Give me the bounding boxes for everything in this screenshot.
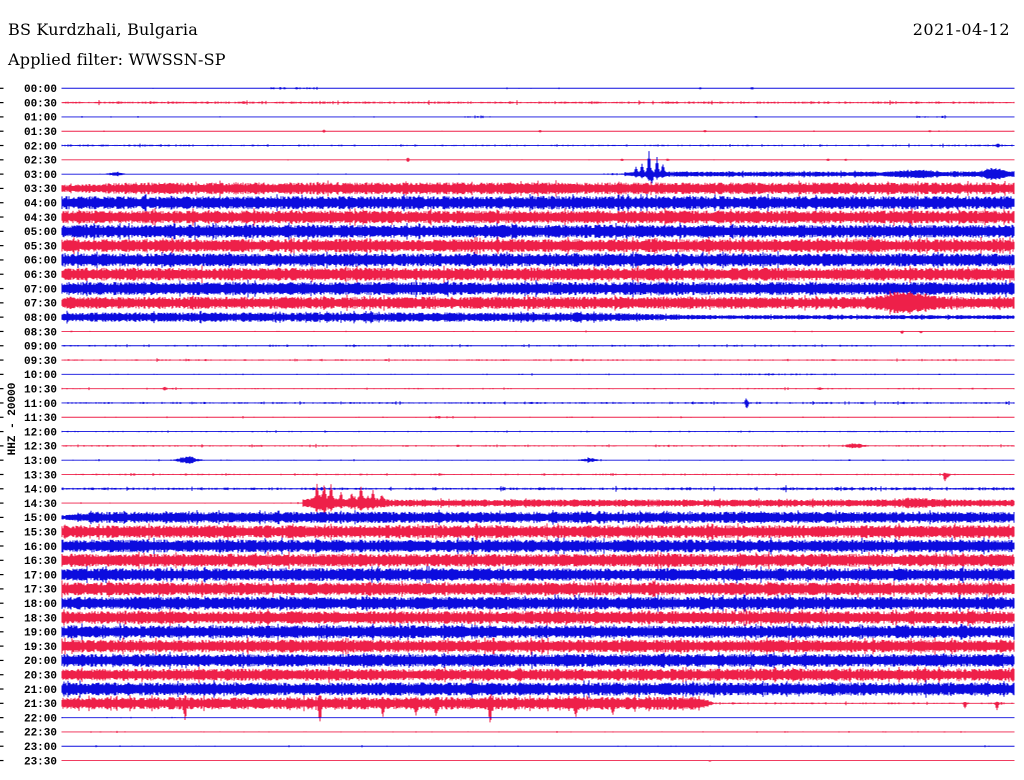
trace-row-0630: [61, 265, 1015, 283]
trace-row-0730: [61, 290, 1015, 315]
trace-row-1300: [61, 456, 1015, 464]
time-label-2200: 22:00: [24, 713, 57, 725]
trace-row-2200: [61, 716, 1015, 719]
time-label-1600: 16:00: [24, 542, 57, 554]
time-label-1700: 17:00: [24, 570, 57, 582]
time-label-1630: 16:30: [24, 556, 57, 568]
trace-row-0700: [61, 279, 1015, 298]
trace-row-1700: [61, 566, 1015, 584]
trace-row-0930: [61, 358, 1015, 362]
time-label-2030: 20:30: [24, 671, 57, 683]
trace-row-1030: [61, 386, 1015, 391]
time-label-0730: 07:30: [24, 299, 57, 311]
time-label-1230: 12:30: [24, 442, 57, 454]
trace-row-0000: [61, 86, 1015, 90]
time-label-1730: 17:30: [24, 585, 57, 597]
trace-row-1600: [61, 537, 1015, 555]
time-label-2100: 21:00: [24, 685, 57, 697]
time-label-0600: 06:00: [24, 256, 57, 268]
trace-row-0100: [61, 115, 1015, 119]
trace-row-0430: [61, 208, 1015, 226]
trace-row-1730: [61, 580, 1015, 598]
trace-row-0900: [61, 344, 1015, 348]
trace-row-1800: [61, 594, 1015, 612]
time-label-0230: 02:30: [24, 156, 57, 168]
trace-row-1900: [61, 623, 1015, 641]
time-label-0430: 04:30: [24, 213, 57, 225]
trace-row-0330: [61, 180, 1015, 197]
trace-row-1230: [61, 443, 1015, 449]
trace-row-1400: [61, 485, 1015, 493]
trace-row-1530: [61, 523, 1015, 541]
trace-row-0530: [61, 236, 1015, 255]
trace-row-1330: [61, 472, 1015, 482]
trace-row-2230: [61, 730, 1015, 733]
time-label-1530: 15:30: [24, 528, 57, 540]
time-label-0830: 08:30: [24, 327, 57, 339]
time-label-0930: 09:30: [24, 356, 57, 368]
time-label-0530: 05:30: [24, 241, 57, 253]
time-label-1400: 14:00: [24, 485, 57, 497]
time-label-0500: 05:00: [24, 227, 57, 239]
time-label-1200: 12:00: [24, 427, 57, 439]
trace-row-0500: [61, 222, 1015, 241]
time-label-1830: 18:30: [24, 613, 57, 625]
time-label-1330: 13:30: [24, 470, 57, 482]
trace-row-1200: [61, 430, 1015, 433]
trace-row-1130: [61, 416, 1015, 419]
time-label-1430: 14:30: [24, 499, 57, 511]
trace-row-0800: [61, 310, 1015, 324]
time-label-0330: 03:30: [24, 184, 57, 196]
time-label-1800: 18:00: [24, 599, 57, 611]
time-label-2230: 22:30: [24, 728, 57, 740]
time-label-2330: 23:30: [24, 756, 57, 768]
time-label-1100: 11:00: [24, 399, 57, 411]
time-label-0400: 04:00: [24, 199, 57, 211]
trace-row-0400: [61, 194, 1015, 212]
trace-row-1500: [61, 509, 1015, 525]
time-label-0800: 08:00: [24, 313, 57, 325]
time-label-2130: 21:30: [24, 699, 57, 711]
time-label-0030: 00:30: [24, 98, 57, 110]
time-label-2300: 23:00: [24, 742, 57, 754]
time-label-0100: 01:00: [24, 113, 57, 125]
trace-row-1930: [61, 637, 1015, 655]
time-label-0700: 07:00: [24, 284, 57, 296]
time-label-0200: 02:00: [24, 141, 57, 153]
trace-row-2130: [61, 694, 1015, 723]
trace-row-0300: [61, 151, 1015, 184]
trace-row-0030: [61, 100, 1015, 106]
helicorder-page: BS Kurdzhali, Bulgaria Applied filter: W…: [0, 0, 1024, 780]
time-label-0630: 06:30: [24, 270, 57, 282]
trace-row-2000: [61, 651, 1015, 670]
time-label-1130: 11:30: [24, 413, 57, 425]
trace-row-1000: [61, 373, 1015, 376]
time-label-0300: 03:00: [24, 170, 57, 182]
seismogram-plot: 00:00 00:30 01:00 01:30 02:00 02:30 03:00 03:30…: [0, 84, 1015, 768]
trace-row-1100: [61, 398, 1015, 409]
trace-row-2300: [61, 745, 1015, 748]
trace-row-0830: [61, 330, 1015, 334]
trace-row-0230: [61, 157, 1015, 162]
time-label-1030: 10:30: [24, 385, 57, 397]
time-label-1930: 19:30: [24, 642, 57, 654]
time-label-0900: 09:00: [24, 342, 57, 354]
time-label-2000: 20:00: [24, 656, 57, 668]
time-label-0000: 00:00: [24, 84, 57, 96]
time-label-1000: 10:00: [24, 370, 57, 382]
trace-row-1830: [61, 608, 1015, 627]
time-label-1300: 13:00: [24, 456, 57, 468]
trace-row-0130: [61, 129, 1015, 133]
trace-row-0200: [61, 143, 1015, 148]
time-label-0130: 01:30: [24, 127, 57, 139]
time-label-1900: 19:00: [24, 628, 57, 640]
trace-row-2330: [61, 760, 1015, 762]
trace-row-0600: [61, 251, 1015, 269]
trace-row-2030: [61, 666, 1015, 683]
trace-row-1630: [61, 551, 1015, 570]
trace-row-2100: [61, 680, 1015, 698]
time-label-1500: 15:00: [24, 513, 57, 525]
